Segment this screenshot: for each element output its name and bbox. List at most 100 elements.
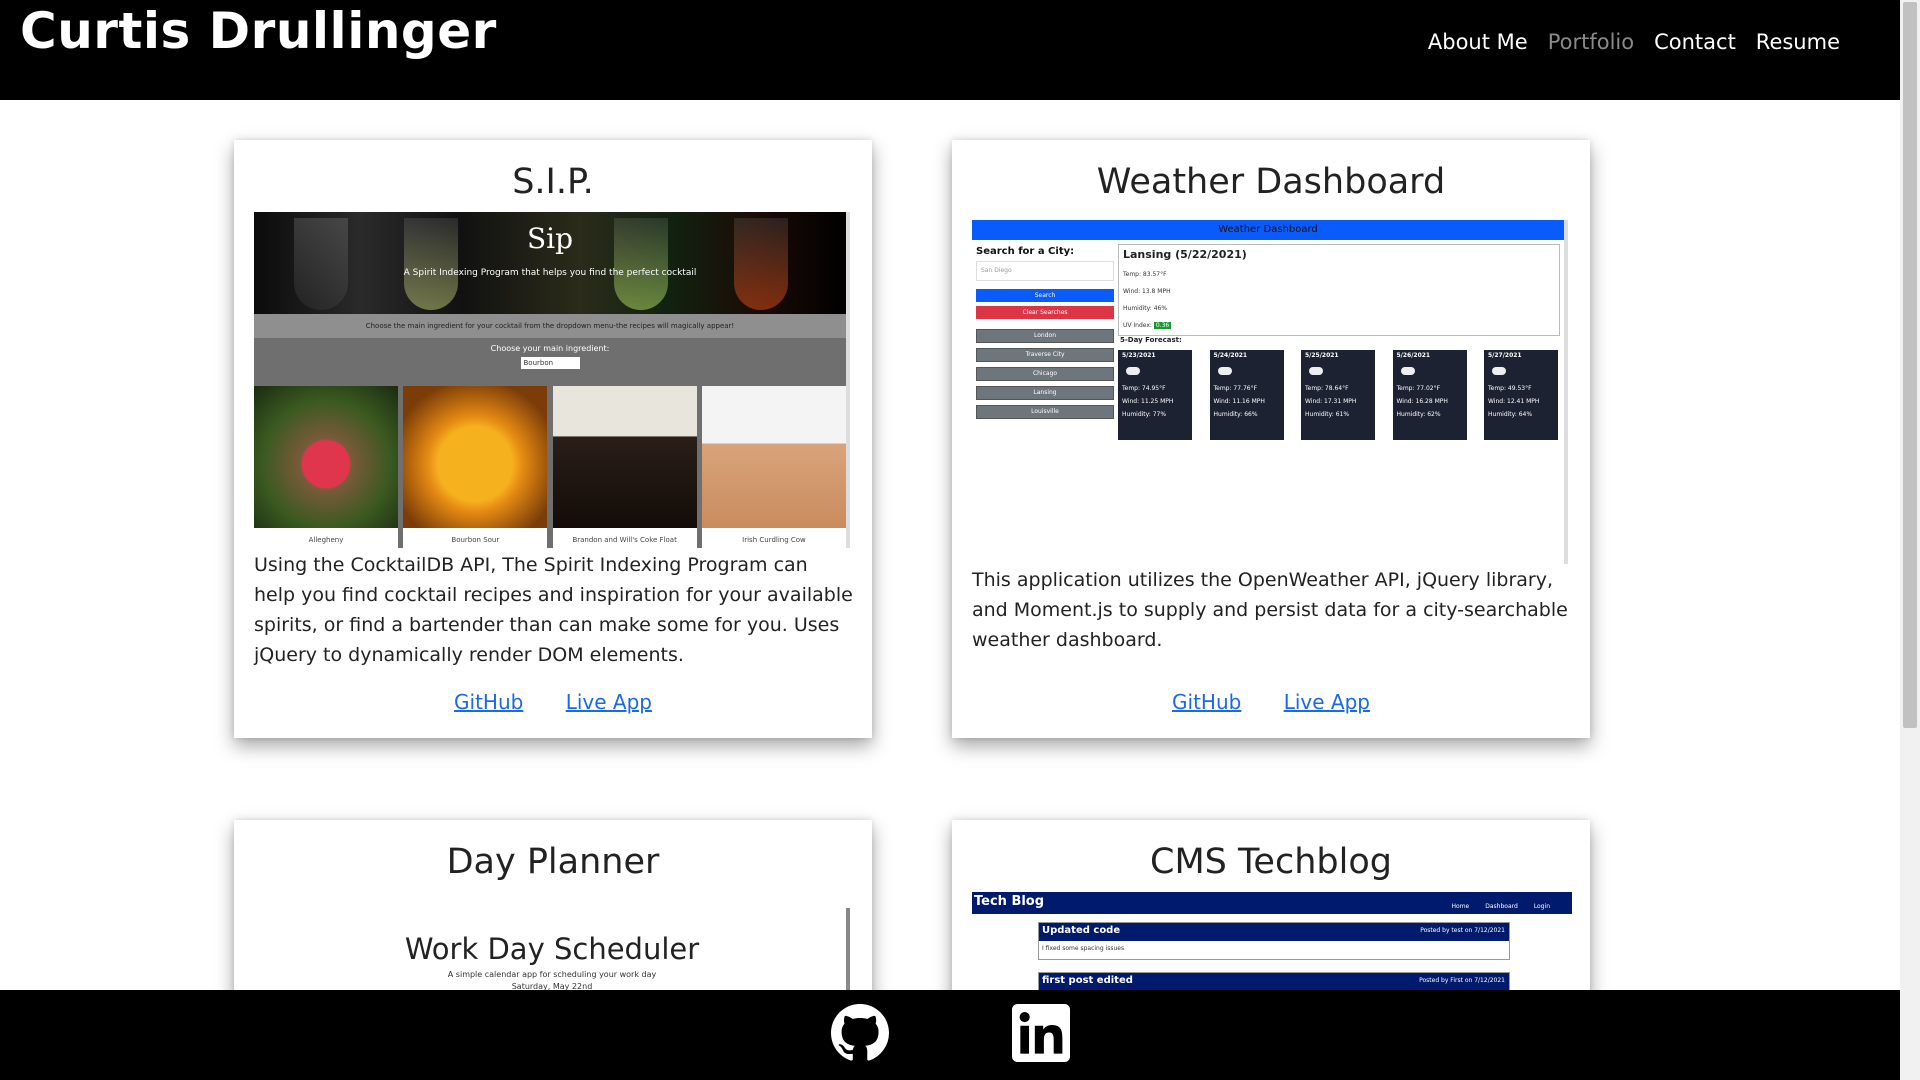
main-nav: About Me Portfolio Contact Resume [1428, 30, 1840, 54]
wx-day-date: 5/26/2021 [1396, 352, 1431, 359]
wx-search-label: Search for a City: [976, 246, 1075, 257]
drink-caption: Bourbon Sour [451, 536, 500, 544]
nav-contact[interactable]: Contact [1654, 30, 1736, 54]
wx-clear-button: Clear Searches [976, 306, 1114, 319]
sip-title: Sip [526, 222, 574, 255]
wx-uv-label: UV Index: [1123, 322, 1152, 329]
project-description: This application utilizes the OpenWeathe… [972, 569, 1568, 651]
wx-history-item: Lansing [976, 386, 1114, 400]
dp-date: Saturday, May 22nd [511, 982, 593, 990]
wx-humidity: Humidity: 46% [1123, 305, 1168, 312]
wx-day-temp: Temp: 49.53°F [1488, 385, 1532, 392]
wx-day-humidity: Humidity: 66% [1213, 411, 1258, 418]
project-screenshot: Tech Blog Home Dashboard Login Updated c… [972, 892, 1572, 990]
site-footer [0, 990, 1900, 1080]
wx-current: Lansing (5/22/2021) Temp: 83.57°F Wind: … [1118, 244, 1560, 336]
wx-day-wind: Wind: 11.16 MPH [1213, 398, 1265, 405]
wx-forecast-title: 5-Day Forecast: [1120, 336, 1182, 344]
wx-history-item: Traverse City [976, 348, 1114, 362]
wx-uv: UV Index: 0.36 [1123, 322, 1559, 329]
dp-title: Work Day Scheduler [404, 932, 700, 966]
drink-image [552, 386, 697, 528]
drink-image [254, 386, 398, 528]
tb-post-title: Updated code [1042, 925, 1121, 936]
sip-drink-grid: Allegheny Bourbon Sour Brandon and Will'… [254, 386, 846, 548]
tb-nav: Home Dashboard Login [1452, 903, 1550, 910]
live-app-link[interactable]: Live App [1284, 690, 1370, 714]
sip-choose-label: Choose your main ingredient: [490, 344, 610, 353]
tb-brand: Tech Blog [974, 894, 1045, 909]
wx-forecast-day: 5/26/2021 Temp: 77.02°F Wind: 16.28 MPH … [1392, 350, 1467, 440]
drink-caption: Allegheny [308, 536, 344, 544]
cloud-icon [1400, 367, 1415, 375]
project-title: Weather Dashboard [1096, 162, 1446, 202]
screenshot-scrollbar[interactable] [1564, 220, 1568, 564]
wx-history-item: Chicago [976, 367, 1114, 381]
sip-ingredient-select: Bourbon [520, 357, 580, 369]
wx-forecast-day: 5/27/2021 Temp: 49.53°F Wind: 12.41 MPH … [1484, 350, 1558, 440]
wx-history-item: Louisville [976, 405, 1114, 419]
drink-card: Bourbon Sour [403, 386, 548, 548]
project-screenshot: Sip A Spirit Indexing Program that helps… [254, 212, 850, 548]
linkedin-icon[interactable] [1012, 1004, 1070, 1062]
sip-instructions: Choose the main ingredient for your cock… [254, 314, 846, 338]
wx-forecast: 5/23/2021 Temp: 74.95°F Wind: 11.25 MPH … [1118, 350, 1558, 440]
wx-day-humidity: Humidity: 61% [1305, 411, 1350, 418]
site-header: Curtis Drullinger About Me Portfolio Con… [0, 0, 1900, 100]
wx-day-wind: Wind: 12.41 MPH [1488, 398, 1540, 405]
github-icon[interactable] [831, 1004, 889, 1062]
github-link[interactable]: GitHub [1172, 690, 1241, 714]
project-card-weather: Weather Dashboard Weather Dashboard Sear… [952, 140, 1590, 738]
project-description: Using the CocktailDB API, The Spirit Ind… [254, 554, 853, 666]
wx-search-button: Search [976, 289, 1114, 302]
nav-portfolio[interactable]: Portfolio [1548, 30, 1634, 54]
tb-post-byline: Posted by First on 7/12/2021 [1419, 977, 1505, 984]
drink-image [403, 386, 548, 528]
wx-day-date: 5/25/2021 [1305, 352, 1339, 359]
drink-image [701, 386, 846, 528]
wx-search-input: San Diego [976, 261, 1114, 281]
tb-post-byline: Posted by test on 7/12/2021 [1420, 927, 1505, 934]
wx-day-temp: Temp: 77.02°F [1396, 385, 1441, 392]
drink-card: Allegheny [254, 386, 398, 548]
tb-post: first post edited Posted by First on 7/1… [1038, 972, 1510, 990]
wx-forecast-day: 5/25/2021 Temp: 78.64°F Wind: 17.31 MPH … [1301, 350, 1375, 440]
wx-day-temp: Temp: 77.76°F [1213, 385, 1258, 392]
wx-sidebar: Search for a City: San Diego Search Clea… [976, 246, 1114, 419]
project-title: S.I.P. [512, 162, 594, 202]
drink-caption: Brandon and Will's Coke Float [572, 536, 677, 544]
project-title: CMS Techblog [1150, 842, 1392, 882]
wx-history-item: London [976, 329, 1114, 343]
tb-post-body: I fixed some spacing issues [1042, 945, 1125, 952]
tb-nav-home: Home [1451, 903, 1470, 910]
wx-day-date: 5/23/2021 [1122, 352, 1156, 359]
nav-about[interactable]: About Me [1428, 30, 1528, 54]
live-app-link[interactable]: Live App [566, 690, 652, 714]
cloud-icon [1217, 367, 1232, 375]
wx-day-humidity: Humidity: 62% [1396, 411, 1441, 418]
wx-uv-badge: 0.36 [1153, 322, 1172, 329]
wx-day-wind: Wind: 11.25 MPH [1122, 398, 1174, 405]
github-link[interactable]: GitHub [454, 690, 523, 714]
drink-card: Brandon and Will's Coke Float [552, 386, 697, 548]
tb-header: Tech Blog Home Dashboard Login [972, 892, 1572, 914]
screenshot-scrollbar[interactable] [846, 908, 850, 990]
tb-post-header: first post edited Posted by First on 7/1… [1039, 973, 1509, 990]
page-scrollbar[interactable] [1900, 0, 1920, 1080]
wx-header: Weather Dashboard [972, 220, 1564, 240]
page-scrollbar-thumb[interactable] [1903, 2, 1917, 728]
drink-caption: Irish Curdling Cow [742, 536, 806, 544]
wx-temp: Temp: 83.57°F [1123, 271, 1167, 278]
project-links: GitHub Live App [952, 690, 1590, 714]
wx-wind: Wind: 13.8 MPH [1123, 288, 1171, 295]
screenshot-scrollbar[interactable] [846, 212, 850, 548]
nav-resume[interactable]: Resume [1756, 30, 1840, 54]
wx-day-wind: Wind: 17.31 MPH [1305, 398, 1357, 405]
site-brand[interactable]: Curtis Drullinger [20, 2, 497, 60]
cloud-icon [1126, 367, 1140, 375]
tb-post-title: first post edited [1042, 975, 1133, 986]
dp-subtitle: A simple calendar app for scheduling you… [447, 970, 657, 979]
wx-day-temp: Temp: 74.95°F [1122, 385, 1166, 392]
wx-city: Lansing (5/22/2021) [1123, 248, 1247, 261]
wx-day-date: 5/27/2021 [1488, 352, 1522, 359]
